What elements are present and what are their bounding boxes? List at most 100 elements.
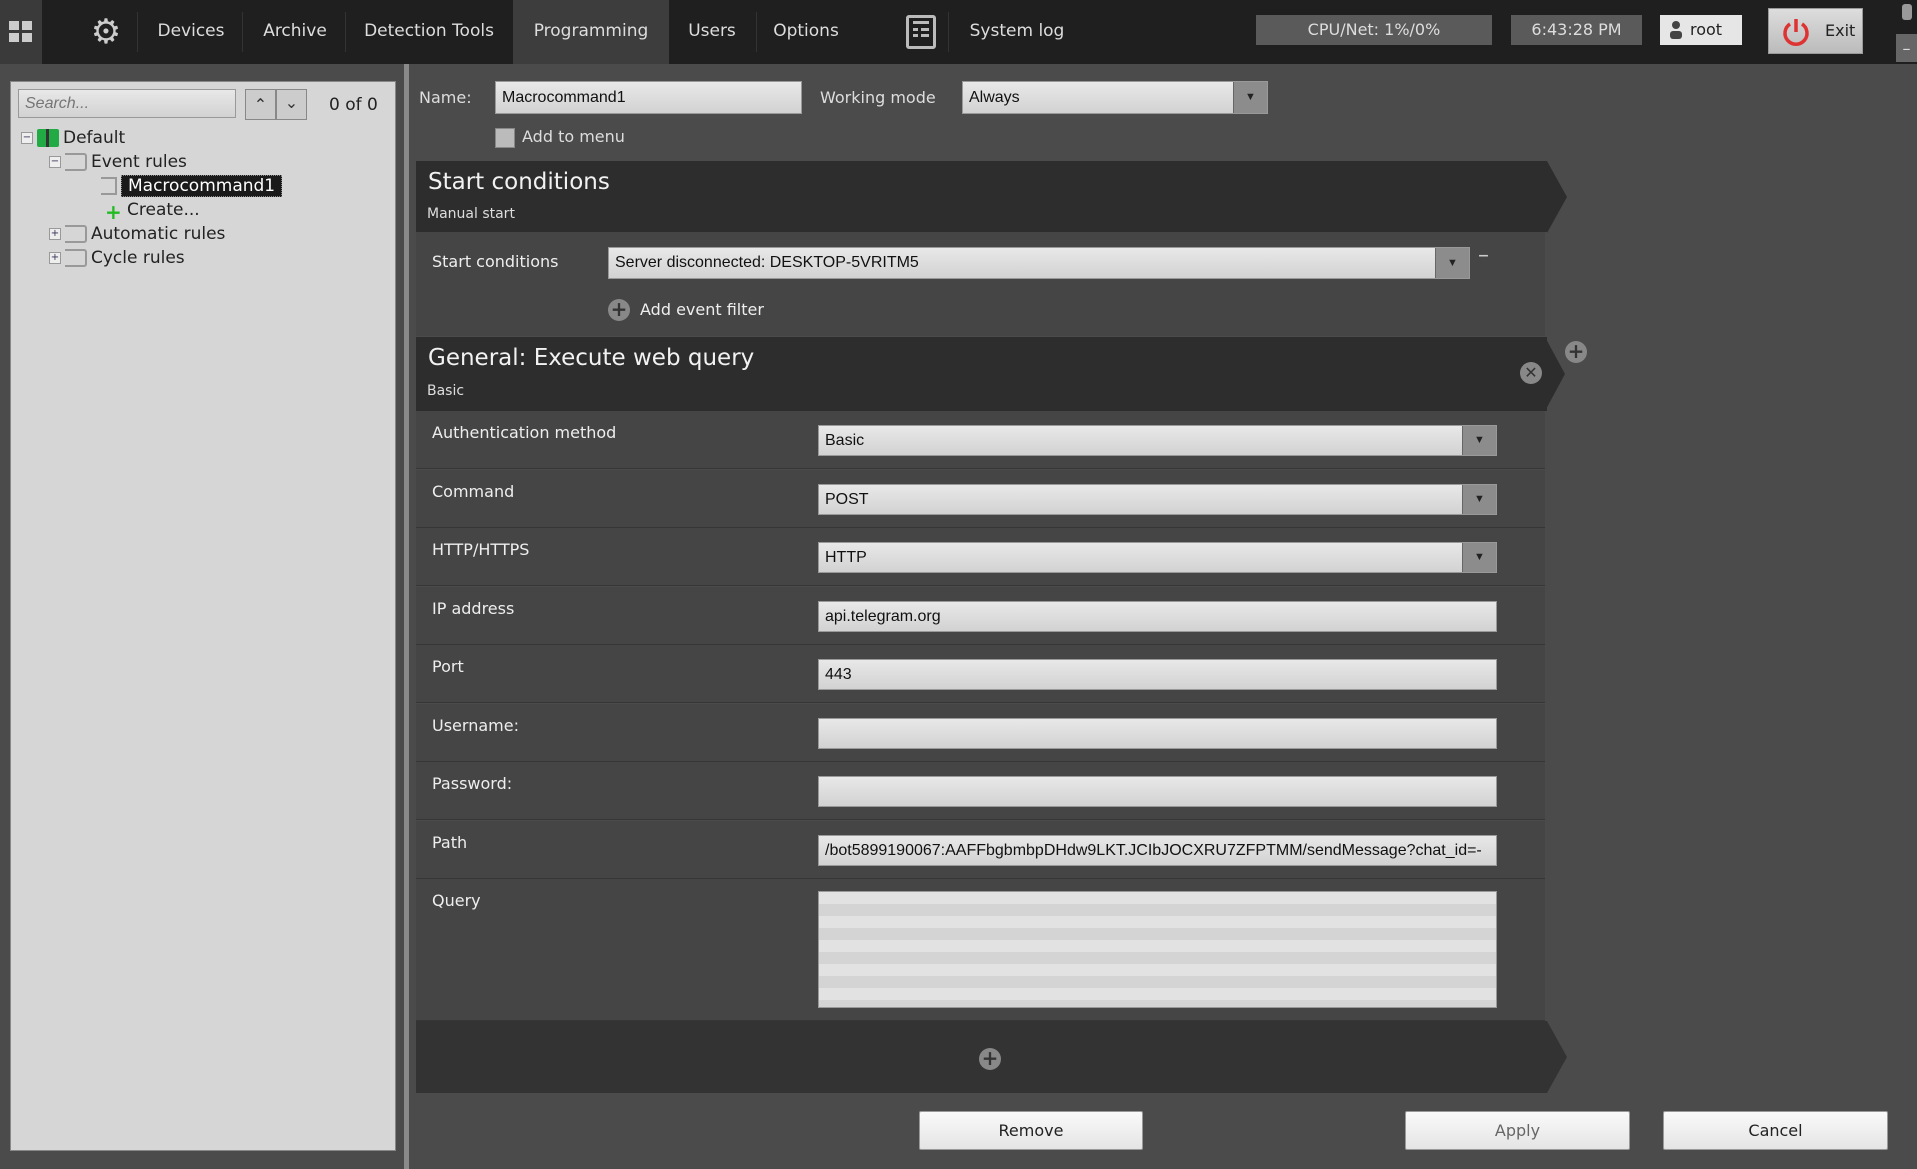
add-green-icon: + — [105, 200, 122, 224]
add-to-menu-label: Add to menu — [522, 127, 625, 146]
query-row: Query — [416, 879, 1545, 1021]
param-label: Query — [432, 891, 481, 910]
param-value: Basic — [825, 432, 865, 449]
power-icon — [1781, 17, 1811, 64]
rules-icon — [101, 177, 117, 195]
rules-icon — [65, 225, 87, 243]
param-select[interactable]: Basic ▼ — [818, 425, 1497, 456]
collapse-toggle[interactable]: − — [21, 132, 33, 144]
param-label: Username: — [432, 715, 519, 735]
search-prev-button[interactable]: ⌃ — [245, 89, 276, 120]
tab-users[interactable]: Users — [672, 0, 752, 64]
tab-options[interactable]: Options — [760, 0, 852, 64]
add-filter-icon[interactable]: + — [608, 299, 630, 321]
param-select[interactable]: POST ▼ — [818, 483, 1497, 515]
section-subtitle: Basic — [427, 383, 465, 399]
user-icon — [1670, 20, 1682, 40]
param-label: Port — [432, 657, 464, 676]
param-label: HTTP/HTTPS — [432, 540, 530, 559]
select-value: Always — [969, 89, 1020, 106]
top-navigation-bar: ⚙ Devices Archive Detection Tools Progra… — [0, 0, 1917, 64]
action-header: General: Execute web query Basic ✕ — [416, 337, 1565, 411]
param-value: 443 — [825, 666, 852, 683]
query-textarea[interactable] — [818, 891, 1497, 1008]
tree-item-event-rules[interactable]: − Event rules — [49, 151, 187, 173]
param-select[interactable]: HTTP ▼ — [818, 542, 1497, 573]
tree-label: Default — [63, 128, 126, 148]
param-input[interactable] — [818, 776, 1497, 807]
expand-toggle[interactable]: + — [49, 252, 61, 264]
tree-item-cycle-rules[interactable]: + Cycle rules — [49, 247, 185, 269]
chevron-down-icon: ▼ — [1233, 82, 1267, 113]
panel-splitter[interactable] — [404, 64, 409, 1169]
minimize-button[interactable]: – — [1896, 34, 1917, 62]
tab-devices[interactable]: Devices — [142, 0, 240, 64]
tree-item-default[interactable]: − Default — [21, 127, 125, 149]
add-to-menu-checkbox[interactable] — [495, 128, 515, 148]
select-value: Server disconnected: DESKTOP-5VRITM5 — [615, 254, 919, 271]
search-counter: 0 of 0 — [329, 95, 378, 115]
param-label: Command — [432, 481, 515, 501]
param-value: POST — [825, 490, 869, 508]
name-input[interactable]: Macrocommand1 — [495, 81, 802, 114]
param-input[interactable] — [818, 717, 1497, 749]
start-conditions-body: Start conditions Server disconnected: DE… — [416, 232, 1545, 336]
tree-label: Automatic rules — [91, 224, 226, 244]
exit-button[interactable]: Exit — [1768, 8, 1863, 54]
param-row: IP address api.telegram.org — [416, 586, 1545, 645]
user-button[interactable]: root — [1660, 15, 1742, 45]
gear-icon[interactable]: ⚙ — [88, 14, 124, 50]
rules-tree-panel: ⌃ ⌄ 0 of 0 −Default −Event rules Macroco… — [10, 81, 396, 1151]
section-title: General: Execute web query — [428, 345, 755, 371]
tree-item-automatic-rules[interactable]: + Automatic rules — [49, 223, 225, 245]
tree-item-create[interactable]: + Create... — [105, 199, 200, 224]
param-value: api.telegram.org — [825, 607, 941, 625]
tree-label: Cycle rules — [91, 248, 185, 268]
collapse-toggle[interactable]: − — [49, 156, 61, 168]
param-value: HTTP — [825, 549, 867, 566]
working-mode-select[interactable]: Always ▼ — [962, 81, 1268, 114]
system-log-icon[interactable] — [906, 15, 936, 49]
remove-condition-button[interactable]: – — [1478, 243, 1489, 268]
chevron-down-icon: ▼ — [1462, 426, 1496, 455]
apps-grid-icon[interactable] — [0, 0, 42, 64]
tree-label: Event rules — [91, 152, 187, 172]
start-conditions-select[interactable]: Server disconnected: DESKTOP-5VRITM5 ▼ — [608, 247, 1470, 279]
param-label: IP address — [432, 598, 515, 618]
param-row: Authentication method Basic ▼ — [416, 411, 1545, 469]
section-subtitle: Manual start — [427, 206, 515, 222]
start-conditions-label: Start conditions — [432, 252, 559, 271]
search-input[interactable] — [18, 89, 236, 118]
exit-label: Exit — [1825, 21, 1856, 40]
tab-system-log[interactable]: System log — [955, 0, 1079, 64]
param-value: /bot5899190067:AAFFbgbmbpDHdw9LKT.JCIbJO… — [825, 841, 1482, 859]
tab-archive[interactable]: Archive — [247, 0, 343, 64]
add-action-above-icon[interactable]: + — [1565, 341, 1587, 363]
param-input[interactable]: api.telegram.org — [818, 600, 1497, 632]
tab-detection-tools[interactable]: Detection Tools — [350, 0, 508, 64]
pin-icon[interactable] — [1902, 4, 1912, 20]
working-mode-label: Working mode — [820, 88, 936, 107]
name-label: Name: — [419, 88, 472, 107]
add-event-filter-link[interactable]: Add event filter — [640, 300, 764, 319]
tree-item-macrocommand1[interactable]: Macrocommand1 — [101, 175, 283, 197]
close-action-icon[interactable]: ✕ — [1520, 362, 1542, 384]
param-label: Password: — [432, 774, 513, 793]
param-row: Password: — [416, 762, 1545, 820]
cancel-button[interactable]: Cancel — [1663, 1111, 1888, 1150]
param-row: HTTP/HTTPS HTTP ▼ — [416, 528, 1545, 586]
search-next-button[interactable]: ⌄ — [276, 89, 307, 120]
tab-programming[interactable]: Programming — [513, 0, 669, 64]
server-icon — [37, 129, 59, 147]
param-input[interactable]: /bot5899190067:AAFFbgbmbpDHdw9LKT.JCIbJO… — [818, 834, 1497, 866]
param-input[interactable]: 443 — [818, 659, 1497, 690]
add-action-icon[interactable]: + — [979, 1048, 1001, 1070]
apply-button[interactable]: Apply — [1405, 1111, 1630, 1150]
expand-toggle[interactable]: + — [49, 228, 61, 240]
rules-icon — [65, 153, 87, 171]
remove-button[interactable]: Remove — [919, 1111, 1143, 1150]
start-conditions-header: Start conditions Manual start — [416, 161, 1567, 233]
param-label: Authentication method — [432, 423, 617, 442]
add-action-footer: + — [416, 1021, 1567, 1093]
chevron-down-icon: ▼ — [1462, 484, 1496, 514]
